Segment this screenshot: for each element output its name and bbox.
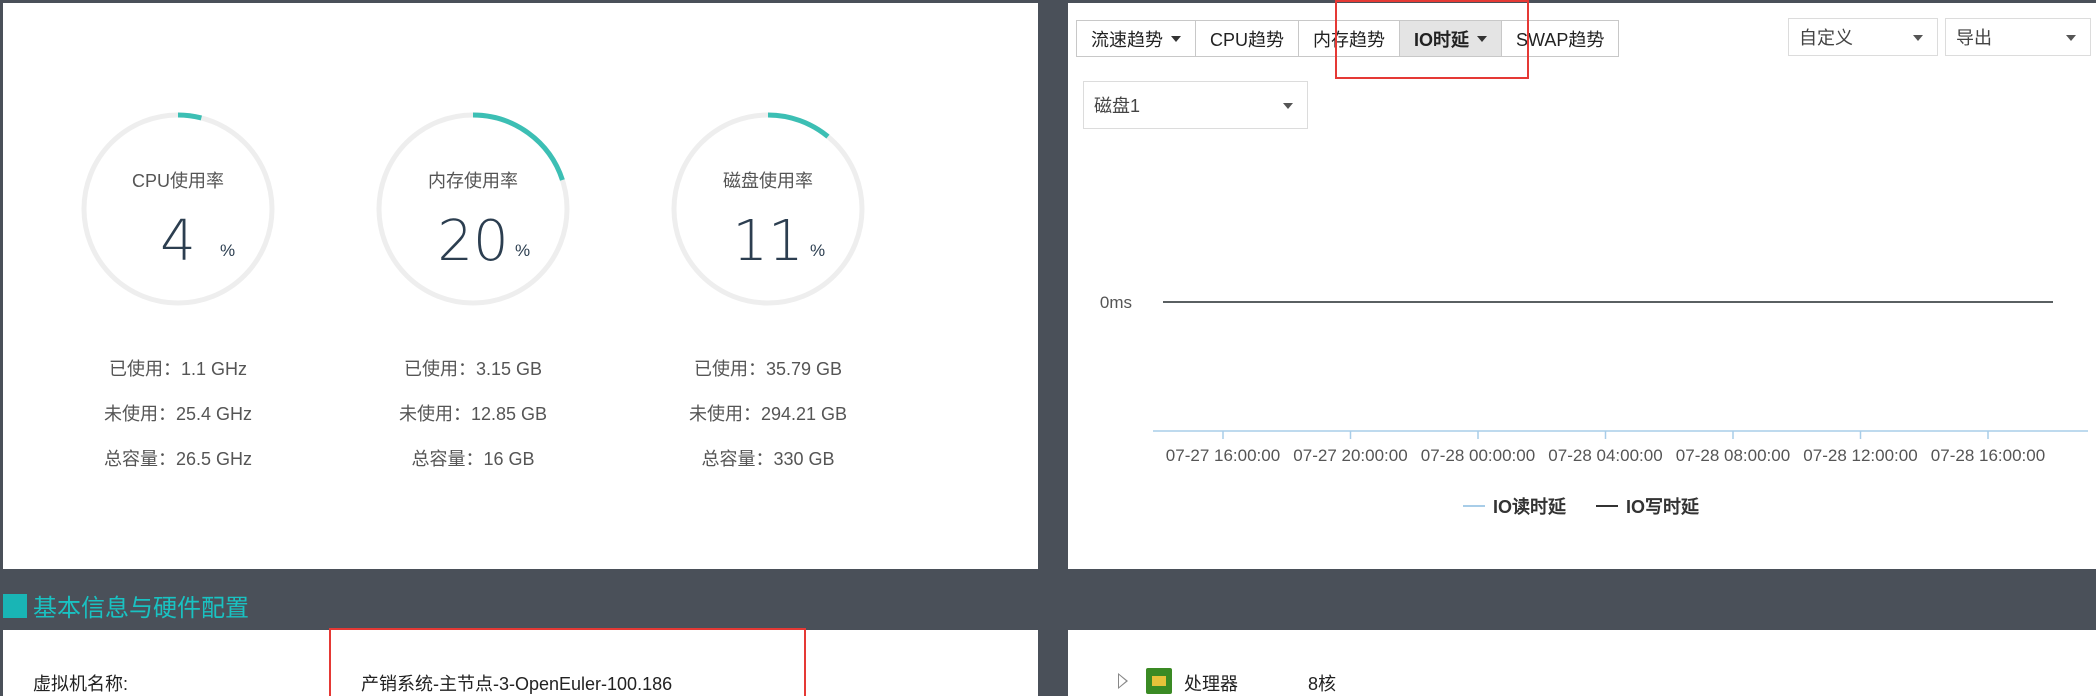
- usage-gauge: CPU使用率 4%: [78, 109, 278, 309]
- legend-swatch: [1463, 505, 1485, 507]
- trend-chart-panel: 流速趋势 CPU趋势 内存趋势 IO时延 SWAP趋势 自定义 导出 磁盘1 0ms 07…: [1068, 3, 2096, 569]
- gauge-label: 磁盘使用率: [723, 171, 813, 191]
- x-tick-label: 07-28 16:00:00: [1931, 446, 2045, 465]
- chart-legend: IO读时延 IO写时延: [1463, 493, 1729, 519]
- gauge-label: 内存使用率: [428, 171, 518, 191]
- gauge-label: CPU使用率: [131, 171, 224, 191]
- legend-item[interactable]: IO读时延: [1463, 493, 1566, 519]
- gauge-unit: %: [810, 241, 826, 260]
- stat-unused: 未使用：12.85 GB: [398, 404, 548, 424]
- stat-unused: 未使用：294.21 GB: [688, 404, 848, 424]
- y-tick-label: 0ms: [1100, 293, 1132, 312]
- stat-total: 总容量：330 GB: [701, 449, 835, 469]
- section-header: 基本信息与硬件配置: [3, 588, 249, 623]
- x-tick-label: 07-27 16:00:00: [1166, 446, 1280, 465]
- gauge-stats: 已使用：3.15 GB 未使用：12.85 GB 总容量：16 GB: [353, 347, 593, 482]
- io-latency-chart: 0ms 07-27 16:00:00 07-27 20:00:00 07-28 00:…: [1100, 293, 2088, 465]
- legend-swatch: [1596, 505, 1619, 507]
- hardware-value: 8核: [1308, 674, 1337, 694]
- gauge-stats: 已使用：35.79 GB 未使用：294.21 GB 总容量：330 GB: [648, 347, 888, 482]
- resource-usage-panel: CPU使用率 4% 已使用：1.1 GHz 未使用：25.4 GHz 总容量：26.5 …: [3, 3, 1038, 569]
- section-title: 基本信息与硬件配置: [33, 595, 249, 622]
- hardware-panel: 处理器 8核: [1068, 630, 2096, 696]
- usage-gauge: 内存使用率 20%: [373, 109, 573, 309]
- gauge-value: 11: [732, 209, 804, 274]
- gauge-stats: 已使用：1.1 GHz 未使用：25.4 GHz 总容量：26.5 GHz: [58, 347, 298, 482]
- section-marker-icon: [3, 593, 27, 618]
- stat-used: 已使用：35.79 GB: [693, 359, 843, 379]
- gauge-unit: %: [515, 241, 531, 260]
- stat-used: 已使用：3.15 GB: [403, 359, 543, 379]
- stat-unused: 未使用：25.4 GHz: [103, 404, 253, 424]
- x-tick-label: 07-28 12:00:00: [1803, 446, 1917, 465]
- usage-gauge: 磁盘使用率 11%: [668, 109, 868, 309]
- vm-name-label: 虚拟机名称:: [33, 674, 129, 694]
- cpu-chip-icon: [1146, 668, 1172, 694]
- x-tick-label: 07-28 04:00:00: [1548, 446, 1662, 465]
- gauge-value: 20: [437, 209, 509, 274]
- x-tick-label: 07-28 08:00:00: [1676, 446, 1790, 465]
- hardware-name: 处理器: [1184, 674, 1238, 694]
- x-tick-label: 07-27 20:00:00: [1293, 446, 1407, 465]
- stat-used: 已使用：1.1 GHz: [108, 359, 248, 379]
- stat-total: 总容量：16 GB: [411, 449, 535, 469]
- legend-item[interactable]: IO写时延: [1596, 493, 1699, 519]
- gauge-value: 4: [160, 209, 196, 274]
- expand-arrow-icon[interactable]: [1118, 673, 1128, 689]
- legend-label: IO读时延: [1493, 497, 1567, 517]
- vm-name-value: 产销系统-主节点-3-OpenEuler-100.186: [361, 674, 673, 694]
- gauge-unit: %: [220, 241, 236, 260]
- basic-info-panel: 虚拟机名称: 产销系统-主节点-3-OpenEuler-100.186: [3, 630, 1038, 696]
- legend-label: IO写时延: [1626, 497, 1700, 517]
- x-tick-label: 07-28 00:00:00: [1421, 446, 1535, 465]
- stat-total: 总容量：26.5 GHz: [103, 449, 253, 469]
